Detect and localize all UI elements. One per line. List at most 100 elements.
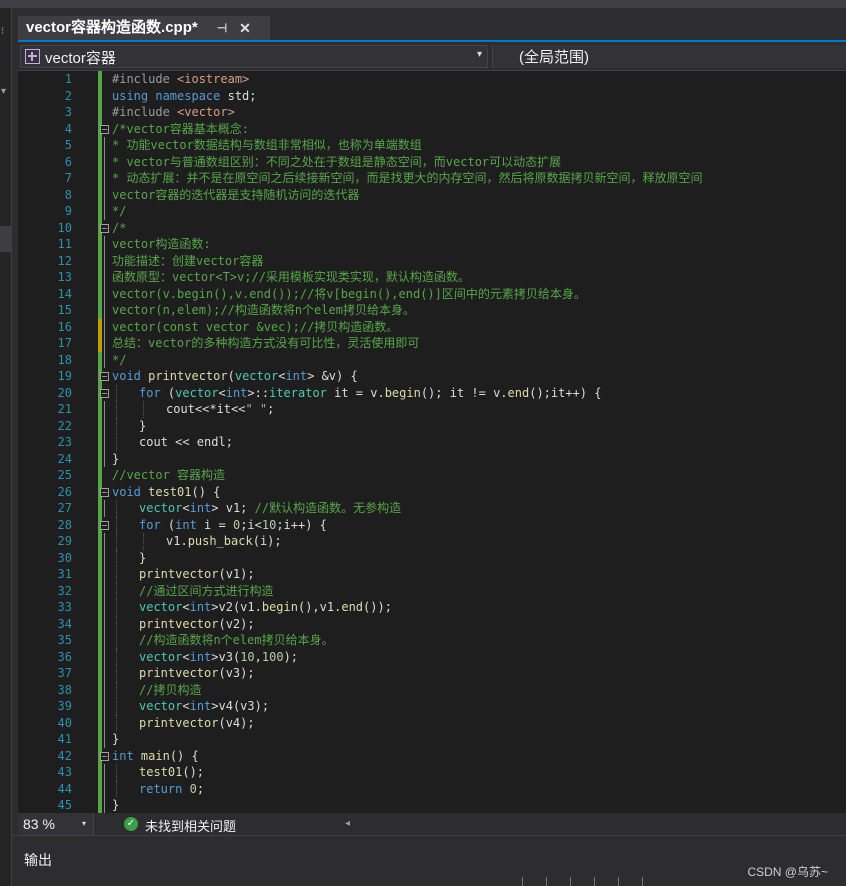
code-line[interactable]: 37 printvector(v3); bbox=[18, 665, 846, 682]
indent-guide bbox=[116, 714, 117, 731]
line-number: 40 bbox=[57, 715, 72, 730]
code-line[interactable]: 38 //拷贝构造 bbox=[18, 681, 846, 698]
scroll-left-icon[interactable]: ◂ bbox=[345, 818, 350, 829]
fold-toggle-icon[interactable] bbox=[100, 372, 109, 381]
code-token-comment: vector(v.begin(),v.end());//将v[begin(),e… bbox=[112, 286, 586, 301]
indent-guide bbox=[116, 549, 117, 566]
toolbar-button[interactable] bbox=[546, 877, 560, 886]
code-line[interactable]: 26 void test01() { bbox=[18, 483, 846, 500]
code-line[interactable]: 44 return 0; bbox=[18, 780, 846, 797]
code-token-function: end bbox=[507, 385, 530, 400]
code-line[interactable]: 27 vector<int> v1; //默认构造函数。无参构造 bbox=[18, 500, 846, 517]
document-tab[interactable]: vector容器构造函数.cpp* ⊣ ✕ bbox=[18, 16, 270, 40]
code-line[interactable]: 20 for (vector<int>::iterator it = v.begi… bbox=[18, 384, 846, 401]
pin-icon[interactable]: ⊣ bbox=[214, 16, 230, 40]
code-token-keyword: void bbox=[112, 484, 149, 499]
scope-dropdown[interactable]: vector容器 ▾ bbox=[20, 45, 488, 68]
zoom-dropdown[interactable]: 83 % ▾ bbox=[18, 813, 94, 835]
code-line[interactable]: 14 vector(v.begin(),v.end());//将v[begin()… bbox=[18, 285, 846, 302]
code-line[interactable]: 36 vector<int>v3(10,100); bbox=[18, 648, 846, 665]
code-line[interactable]: 13 函数原型：vector<T>v;//采用模板实现类实现，默认构造函数。 bbox=[18, 269, 846, 286]
code-line[interactable]: 24} bbox=[18, 450, 846, 467]
code-line[interactable]: 22} bbox=[18, 417, 846, 434]
fold-toggle-icon[interactable] bbox=[100, 388, 109, 398]
code-editor[interactable]: 1 #include <iostream> 2 using namespace std… bbox=[18, 71, 846, 813]
change-marker bbox=[98, 335, 102, 352]
code-line[interactable]: 42 int main() { bbox=[18, 747, 846, 764]
indent-guide bbox=[116, 401, 117, 418]
code-line[interactable]: 43 test01(); bbox=[18, 764, 846, 781]
code-line[interactable]: 10 /* bbox=[18, 219, 846, 236]
change-marker bbox=[98, 500, 102, 517]
code-line[interactable]: 6 * vector与普通数组区别：不同之处在于数组是静态空间，而vector可以… bbox=[18, 153, 846, 170]
code-line[interactable]: 32 //通过区间方式进行构造 bbox=[18, 582, 846, 599]
code-line[interactable]: 34 printvector(v2); bbox=[18, 615, 846, 632]
code-token-keyword: int bbox=[175, 517, 197, 532]
fold-toggle-icon[interactable] bbox=[100, 124, 109, 134]
code-line[interactable]: 18 */ bbox=[18, 351, 846, 368]
code-token-function: test01 bbox=[148, 484, 192, 499]
issues-status[interactable]: 未找到相关问题 bbox=[145, 816, 236, 835]
fold-toggle-icon[interactable] bbox=[100, 520, 109, 530]
code-line[interactable]: 45} bbox=[18, 797, 846, 813]
code-line[interactable]: 41} bbox=[18, 731, 846, 748]
toolbar-button[interactable] bbox=[642, 877, 656, 886]
code-token-text: std; bbox=[227, 88, 257, 103]
code-line[interactable]: 28 for (int i = 0;i<10;i++) { bbox=[18, 516, 846, 533]
fold-range-line bbox=[104, 170, 105, 187]
code-line[interactable]: 40 printvector(v4); bbox=[18, 714, 846, 731]
code-line[interactable]: 1 #include <iostream> bbox=[18, 71, 846, 88]
code-line[interactable]: 2 using namespace std; bbox=[18, 87, 846, 105]
change-marker bbox=[98, 797, 102, 813]
code-line[interactable]: 8 vector容器的迭代器是支持随机访问的迭代器 bbox=[18, 186, 846, 203]
code-line[interactable]: 21 cout<<*it<<" "; bbox=[18, 401, 846, 418]
output-panel-title[interactable]: 输出 bbox=[24, 850, 52, 870]
line-number: 25 bbox=[57, 468, 72, 482]
code-token-comment: 功能描述：创建vector容器 bbox=[112, 253, 264, 268]
chevron-down-icon[interactable]: ▾ bbox=[477, 49, 482, 60]
code-line[interactable]: 19void printvector(vector<int> &v) { bbox=[18, 368, 846, 385]
code-line[interactable]: 9 */ bbox=[18, 203, 846, 220]
line-number: 14 bbox=[57, 286, 72, 301]
change-marker bbox=[98, 764, 102, 781]
fold-toggle-icon[interactable] bbox=[100, 223, 109, 233]
code-token-comment: vector(n,elem);//构造函数将n个elem拷贝给本身。 bbox=[112, 303, 415, 317]
code-line[interactable]: 17 总结：vector的多种构造方式没有可比性，灵活使用即可 bbox=[18, 335, 846, 352]
code-line[interactable]: 30} bbox=[18, 549, 846, 566]
panel-selected-item[interactable] bbox=[0, 226, 12, 252]
panel-pin-icon[interactable]: ⁝ bbox=[1, 26, 4, 37]
code-line[interactable]: 11 vector构造函数: bbox=[18, 236, 846, 253]
toolbar-button[interactable] bbox=[570, 877, 584, 886]
code-token-function: end bbox=[341, 600, 364, 614]
code-line[interactable]: 4 /*vector容器基本概念: bbox=[18, 120, 846, 137]
fold-toggle-icon[interactable] bbox=[100, 487, 109, 497]
chevron-down-icon[interactable]: ▾ bbox=[82, 813, 86, 835]
line-number: 8 bbox=[64, 187, 72, 202]
code-line[interactable]: 39 vector<int>v4(v3); bbox=[18, 698, 846, 715]
code-line[interactable]: 12 功能描述：创建vector容器 bbox=[18, 252, 846, 269]
code-line[interactable]: 29 v1.push_back(i); bbox=[18, 533, 846, 550]
code-line[interactable]: 25 //vector 容器构造 bbox=[18, 467, 846, 484]
indent-guide bbox=[116, 665, 117, 682]
code-line[interactable]: 33 vector<int>v2(v1.begin(),v1.end()); bbox=[18, 599, 846, 616]
panel-arrow-icon[interactable]: ▾ bbox=[1, 86, 6, 97]
code-token-keyword: using bbox=[112, 88, 156, 103]
code-line[interactable]: 23 cout << endl; bbox=[18, 434, 846, 451]
member-dropdown[interactable]: (全局范围) bbox=[492, 45, 846, 68]
left-tool-panel[interactable]: ⁝ ▾ bbox=[0, 8, 12, 886]
close-icon[interactable]: ✕ bbox=[236, 16, 254, 40]
toolbar-button[interactable] bbox=[618, 877, 632, 886]
code-line[interactable]: 3 #include <vector> bbox=[18, 104, 846, 121]
code-line[interactable]: 35 //构造函数将n个elem拷贝给本身。 bbox=[18, 632, 846, 649]
code-line[interactable]: 15 vector(n,elem);//构造函数将n个elem拷贝给本身。 bbox=[18, 302, 846, 319]
code-text: using namespace std; bbox=[112, 88, 257, 105]
code-line[interactable]: 31 printvector(v1); bbox=[18, 566, 846, 583]
fold-toggle-icon[interactable] bbox=[100, 751, 109, 761]
toolbar-button[interactable] bbox=[594, 877, 608, 886]
code-line[interactable]: 5 * 功能vector数据结构与数组非常相似，也称为单端数组 bbox=[18, 137, 846, 154]
toolbar-button[interactable] bbox=[522, 877, 536, 886]
code-line[interactable]: 16 vector(const vector &vec);//拷贝构造函数。 bbox=[18, 318, 846, 335]
code-token-text: (v1); bbox=[218, 567, 255, 581]
code-text: vector<int> v1; //默认构造函数。无参构造 bbox=[139, 500, 401, 517]
code-line[interactable]: 7 * 动态扩展：并不是在原空间之后续接新空间，而是找更大的内存空间，然后将原数据… bbox=[18, 170, 846, 187]
